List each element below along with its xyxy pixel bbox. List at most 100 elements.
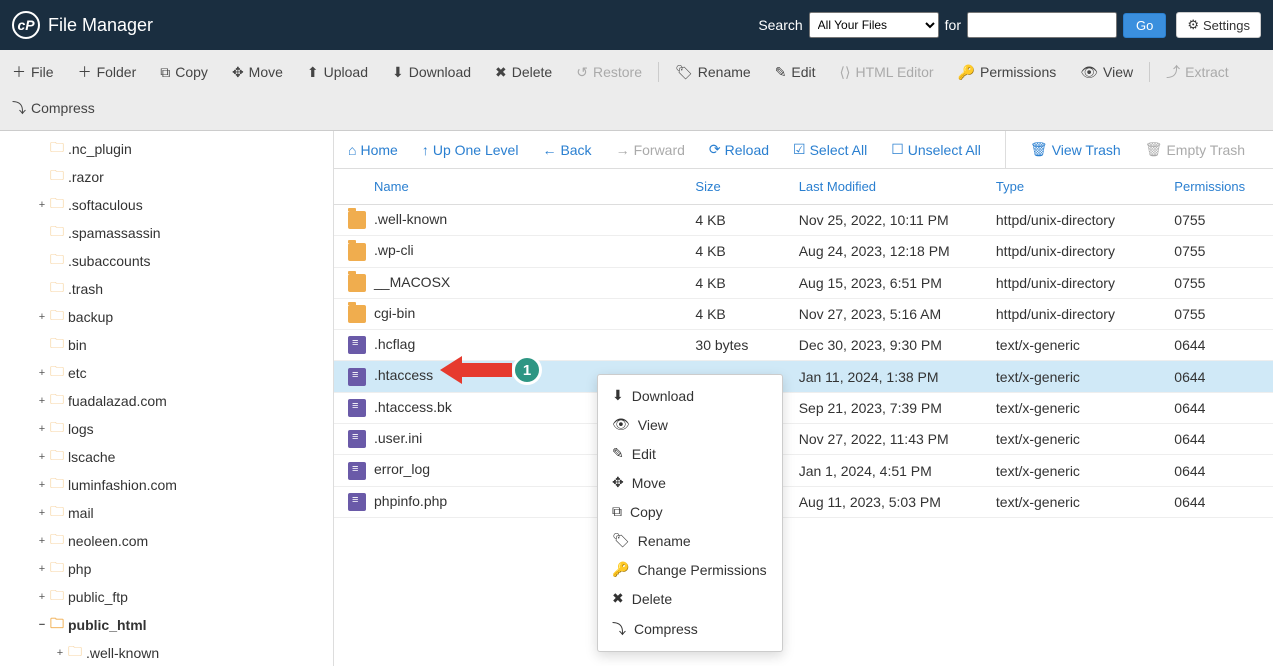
search-scope-select[interactable]: All Your Files (809, 12, 939, 38)
tree-item[interactable]: +🗀fuadalazad.com (0, 387, 333, 415)
tree-item[interactable]: +🗀neoleen.com (0, 527, 333, 555)
search-input[interactable] (967, 12, 1117, 38)
settings-button[interactable]: ⚙ Settings (1176, 12, 1261, 38)
col-name[interactable]: Name (334, 169, 681, 205)
ctx-download[interactable]: ⬇Download (598, 381, 782, 410)
expand-icon[interactable]: + (36, 507, 48, 519)
tree-item[interactable]: 🗀.razor (0, 163, 333, 191)
expand-icon[interactable]: + (36, 535, 48, 547)
expand-icon[interactable]: + (36, 563, 48, 575)
compress-icon: ⤵ (612, 619, 626, 639)
forward-button: →Forward (616, 141, 685, 158)
table-row[interactable]: .hcflag30 bytesDec 30, 2023, 9:30 PMtext… (334, 330, 1273, 361)
move-button[interactable]: ✥Move (220, 54, 295, 90)
table-row[interactable]: .htaccessJan 11, 2024, 1:38 PMtext/x-gen… (334, 361, 1273, 392)
file-type: text/x-generic (982, 486, 1160, 517)
reload-icon: ⟳ (709, 141, 721, 158)
view-trash-button[interactable]: 🗑View Trash (1030, 141, 1121, 158)
expand-icon[interactable]: + (36, 367, 48, 379)
tree-item[interactable]: 🗀bin (0, 331, 333, 359)
table-row[interactable]: __MACOSX4 KBAug 15, 2023, 6:51 PMhttpd/u… (334, 267, 1273, 298)
file-type: text/x-generic (982, 455, 1160, 486)
tree-item[interactable]: +🗀etc (0, 359, 333, 387)
unselect-all-button[interactable]: ☐Unselect All (891, 141, 981, 158)
tree-item[interactable]: +🗀luminfashion.com (0, 471, 333, 499)
file-size: 4 KB (681, 267, 784, 298)
edit-button[interactable]: ✎Edit (763, 54, 828, 90)
rename-button[interactable]: 🏷Rename (663, 54, 763, 90)
delete-button[interactable]: ✖Delete (483, 54, 564, 90)
col-size[interactable]: Size (681, 169, 784, 205)
table-row[interactable]: .htaccess.bkSep 21, 2023, 7:39 PMtext/x-… (334, 392, 1273, 423)
file-icon (348, 368, 366, 386)
file-size: 4 KB (681, 298, 784, 329)
download-button[interactable]: ⬇Download (380, 54, 483, 90)
ctx-compress[interactable]: ⤵Compress (598, 613, 782, 645)
ctx-permissions[interactable]: 🔑Change Permissions (598, 555, 782, 584)
folder-icon: 🗀 (50, 389, 64, 413)
expand-icon[interactable]: − (36, 619, 48, 631)
table-row[interactable]: .well-known4 KBNov 25, 2022, 10:11 PMhtt… (334, 205, 1273, 236)
trash-icon: 🗑 (1030, 141, 1048, 158)
upload-button[interactable]: ⬆Upload (295, 54, 380, 90)
home-icon: ⌂ (348, 142, 356, 158)
ctx-edit[interactable]: ✎Edit (598, 439, 782, 468)
table-row[interactable]: .user.iniNov 27, 2022, 11:43 PMtext/x-ge… (334, 424, 1273, 455)
new-folder-button[interactable]: ＋Folder (66, 54, 149, 90)
expand-icon[interactable]: + (36, 395, 48, 407)
permissions-button[interactable]: 🔑Permissions (946, 54, 1069, 90)
tree-item[interactable]: −🗀public_html (0, 611, 333, 639)
expand-icon[interactable]: + (36, 451, 48, 463)
view-button[interactable]: 👁View (1068, 54, 1145, 90)
file-perm: 0755 (1160, 267, 1273, 298)
expand-icon[interactable]: + (36, 311, 48, 323)
file-modified: Nov 25, 2022, 10:11 PM (785, 205, 982, 236)
expand-icon[interactable]: + (54, 647, 66, 659)
home-button[interactable]: ⌂Home (348, 141, 398, 158)
ctx-delete[interactable]: ✖Delete (598, 584, 782, 613)
file-icon (348, 430, 366, 448)
tree-item[interactable]: +🗀lscache (0, 443, 333, 471)
folder-icon: 🗀 (50, 221, 64, 245)
tree-item[interactable]: +🗀logs (0, 415, 333, 443)
tree-item[interactable]: +🗀mail (0, 499, 333, 527)
compress-button[interactable]: ⤵Compress (0, 90, 107, 126)
folder-icon: 🗀 (50, 165, 64, 189)
expand-icon[interactable]: + (36, 423, 48, 435)
table-row[interactable]: phpinfo.phpAug 11, 2023, 5:03 PMtext/x-g… (334, 486, 1273, 517)
col-type[interactable]: Type (982, 169, 1160, 205)
table-row[interactable]: .wp-cli4 KBAug 24, 2023, 12:18 PMhttpd/u… (334, 236, 1273, 267)
folder-icon: 🗀 (50, 613, 64, 637)
ctx-move[interactable]: ✥Move (598, 468, 782, 497)
tree-item[interactable]: 🗀.subaccounts (0, 247, 333, 275)
table-row[interactable]: error_logJan 1, 2024, 4:51 PMtext/x-gene… (334, 455, 1273, 486)
tree-item[interactable]: +🗀backup (0, 303, 333, 331)
up-level-button[interactable]: ↑Up One Level (422, 141, 519, 158)
ctx-rename[interactable]: 🏷Rename (598, 526, 782, 555)
download-icon: ⬇ (612, 387, 624, 404)
table-row[interactable]: cgi-bin4 KBNov 27, 2023, 5:16 AMhttpd/un… (334, 298, 1273, 329)
tree-item[interactable]: 🗀.spamassassin (0, 219, 333, 247)
expand-icon[interactable]: + (36, 199, 48, 211)
select-all-button[interactable]: ☑Select All (793, 141, 867, 158)
tree-item[interactable]: 🗀.nc_plugin (0, 135, 333, 163)
expand-icon[interactable]: + (36, 479, 48, 491)
tree-item[interactable]: +🗀php (0, 555, 333, 583)
folder-tree[interactable]: 🗀.nc_plugin🗀.razor+🗀.softaculous🗀.spamas… (0, 131, 334, 666)
reload-button[interactable]: ⟳Reload (709, 141, 769, 158)
expand-icon[interactable]: + (36, 591, 48, 603)
tree-item[interactable]: 🗀.trash (0, 275, 333, 303)
new-file-button[interactable]: ＋File (0, 54, 66, 90)
col-permissions[interactable]: Permissions (1160, 169, 1273, 205)
pencil-icon: ✎ (612, 445, 624, 462)
tree-label: php (68, 561, 91, 577)
copy-button[interactable]: ⧉Copy (148, 54, 220, 90)
tree-item[interactable]: +🗀.softaculous (0, 191, 333, 219)
ctx-copy[interactable]: ⧉Copy (598, 497, 782, 526)
go-button[interactable]: Go (1123, 13, 1166, 38)
col-modified[interactable]: Last Modified (785, 169, 982, 205)
tree-item[interactable]: +🗀public_ftp (0, 583, 333, 611)
back-button[interactable]: ←Back (542, 141, 591, 158)
ctx-view[interactable]: 👁View (598, 410, 782, 439)
tag-icon: 🏷 (675, 64, 693, 81)
